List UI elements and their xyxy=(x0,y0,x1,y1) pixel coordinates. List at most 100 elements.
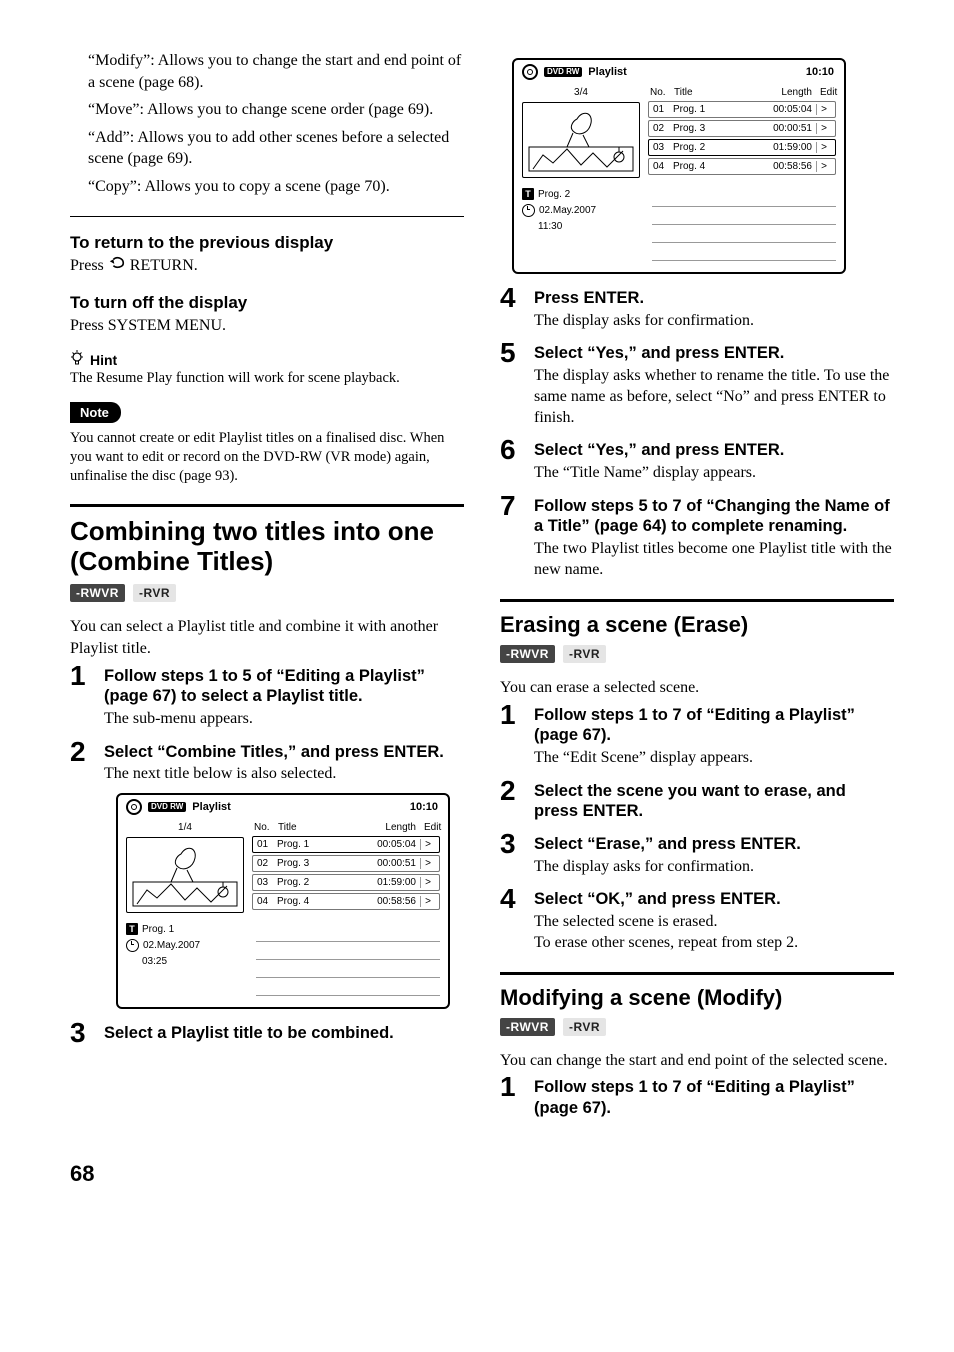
playlist-row: 01Prog. 100:05:04> xyxy=(648,101,836,118)
return-post: RETURN. xyxy=(130,257,198,274)
intro-line: “Move”: Allows you to change scene order… xyxy=(88,99,464,121)
playlist-thumbnail xyxy=(522,102,640,178)
intro-line: “Add”: Allows you to add other scenes be… xyxy=(88,127,464,170)
clock-icon xyxy=(126,939,139,952)
playlist-date: 02.May.2007 xyxy=(539,205,596,216)
row-length: 00:05:04 xyxy=(358,839,416,850)
hint-body: The Resume Play function will work for s… xyxy=(70,369,464,388)
step-body: The “Edit Scene” display appears. xyxy=(534,748,894,769)
page-number: 68 xyxy=(0,1161,954,1217)
playlist-counter: 1/4 xyxy=(126,819,244,837)
playlist-duration: 11:30 xyxy=(538,221,562,232)
playlist-row: 03Prog. 201:59:00> xyxy=(648,139,836,156)
row-title: Prog. 1 xyxy=(673,104,754,115)
badge-rwvr: -RWVR xyxy=(70,584,125,602)
divider xyxy=(70,216,464,217)
playlist-row: 03Prog. 201:59:00 > xyxy=(252,874,440,891)
row-length: 01:59:00 xyxy=(754,142,812,153)
row-edit-chevron-icon: > xyxy=(420,858,435,869)
playlist-counter: 3/4 xyxy=(522,84,640,102)
hint-bulb-icon xyxy=(70,350,84,369)
row-length: 00:05:04 xyxy=(754,104,812,115)
playlist-row: 04Prog. 400:58:56> xyxy=(648,158,836,175)
row-length: 01:59:00 xyxy=(358,877,416,888)
playlist-duration: 03:25 xyxy=(142,956,167,967)
badge-rwvr: -RWVR xyxy=(500,1018,555,1036)
return-heading: To return to the previous display xyxy=(70,233,464,253)
playlist-date: 02.May.2007 xyxy=(143,940,200,951)
badge-rvr: -RVR xyxy=(133,584,176,602)
col-length: Length xyxy=(358,822,416,833)
badge-rwvr: -RWVR xyxy=(500,645,555,663)
col-edit: Edit xyxy=(820,87,834,98)
step-body: The “Title Name” display appears. xyxy=(534,463,894,484)
disc-icon xyxy=(126,799,142,815)
row-length: 00:58:56 xyxy=(754,161,812,172)
step-head: Follow steps 1 to 5 of “Editing a Playli… xyxy=(104,666,464,707)
step-body: The two Playlist titles become one Playl… xyxy=(534,539,894,581)
row-no: 02 xyxy=(257,858,277,869)
row-length: 00:00:51 xyxy=(754,123,812,134)
step-head: Select “Erase,” and press ENTER. xyxy=(534,834,894,855)
col-title: Title xyxy=(278,822,354,833)
return-arrow-icon xyxy=(108,255,126,277)
row-length: 00:00:51 xyxy=(358,858,416,869)
row-length: 00:58:56 xyxy=(358,896,416,907)
erase-intro: You can erase a selected scene. xyxy=(500,677,894,699)
playlist-row: 02Prog. 300:00:51> xyxy=(252,855,440,872)
playlist-row: 04Prog. 400:58:56 > xyxy=(252,893,440,910)
intro-line: “Modify”: Allows you to change the start… xyxy=(88,50,464,93)
t-icon: T xyxy=(522,188,534,200)
row-edit-chevron-icon: > xyxy=(420,839,435,850)
row-no: 01 xyxy=(653,104,673,115)
intro-line: “Copy”: Allows you to copy a scene (page… xyxy=(88,176,464,198)
step-head: Follow steps 5 to 7 of “Changing the Nam… xyxy=(534,496,894,537)
col-edit: Edit xyxy=(424,822,438,833)
playlist-time: 10:10 xyxy=(410,801,438,813)
row-no: 04 xyxy=(257,896,277,907)
off-body: Press SYSTEM MENU. xyxy=(70,315,464,337)
dvdrw-badge: DVD RW xyxy=(148,802,186,812)
row-title: Prog. 4 xyxy=(277,896,358,907)
step-head: Select the scene you want to erase, and … xyxy=(534,781,894,822)
step-head: Select “Yes,” and press ENTER. xyxy=(534,343,894,364)
row-no: 01 xyxy=(257,839,277,850)
row-edit-chevron-icon: > xyxy=(420,896,435,907)
step-head: Select a Playlist title to be combined. xyxy=(104,1023,464,1044)
return-body: Press RETURN. xyxy=(70,255,464,277)
modify-intro: You can change the start and end point o… xyxy=(500,1050,894,1072)
badge-rvr: -RVR xyxy=(563,645,606,663)
row-no: 04 xyxy=(653,161,673,172)
playlist-row: 02Prog. 300:00:51> xyxy=(648,120,836,137)
step-head: Follow steps 1 to 7 of “Editing a Playli… xyxy=(534,705,894,746)
section-rule xyxy=(70,504,464,507)
playlist-figure: DVD RW Playlist 10:10 1/4 xyxy=(116,793,450,1009)
erase-title: Erasing a scene (Erase) xyxy=(500,612,894,637)
note-label: Note xyxy=(70,402,121,423)
col-title: Title xyxy=(674,87,750,98)
row-title: Prog. 4 xyxy=(673,161,754,172)
dvdrw-badge: DVD RW xyxy=(544,67,582,77)
playlist-row: 01Prog. 100:05:04> xyxy=(252,836,440,853)
hint-label: Hint xyxy=(90,352,117,368)
return-pre: Press xyxy=(70,257,108,274)
step-head: Press ENTER. xyxy=(534,288,894,309)
row-edit-chevron-icon: > xyxy=(420,877,435,888)
clock-icon xyxy=(522,204,535,217)
row-title: Prog. 2 xyxy=(673,142,754,153)
step-body: The sub-menu appears. xyxy=(104,709,464,730)
step-body: The display asks for confirmation. xyxy=(534,311,894,332)
playlist-title: Playlist xyxy=(588,66,627,78)
row-no: 03 xyxy=(257,877,277,888)
note-body: You cannot create or edit Playlist title… xyxy=(70,429,464,486)
col-no: No. xyxy=(650,87,670,98)
playlist-prog: Prog. 2 xyxy=(538,189,570,200)
playlist-time: 10:10 xyxy=(806,66,834,78)
badge-rvr: -RVR xyxy=(563,1018,606,1036)
row-edit-chevron-icon: > xyxy=(816,142,831,153)
row-title: Prog. 2 xyxy=(277,877,358,888)
step-head: Select “OK,” and press ENTER. xyxy=(534,889,894,910)
step-head: Select “Combine Titles,” and press ENTER… xyxy=(104,742,464,763)
playlist-prog: Prog. 1 xyxy=(142,924,174,935)
section-rule xyxy=(500,599,894,602)
